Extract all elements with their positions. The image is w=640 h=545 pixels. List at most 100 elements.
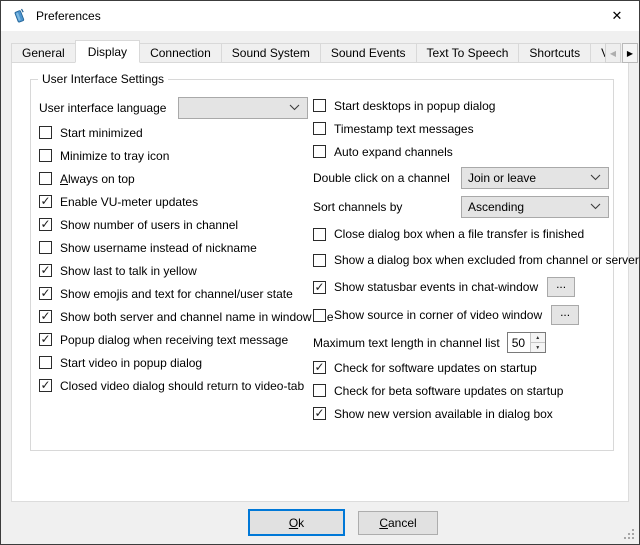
checkbox-label: Always on top xyxy=(60,172,135,186)
checkbox-label: Show new version available in dialog box xyxy=(334,407,553,421)
max-text-length-label: Maximum text length in channel list xyxy=(313,336,500,350)
preferences-dialog: Preferences ✕ General Display Connection… xyxy=(0,0,640,545)
checkbox-check-updates[interactable]: ✓ Check for software updates on startup xyxy=(313,356,609,379)
checkbox-show-user-count[interactable]: ✓ Show number of users in channel xyxy=(39,213,308,236)
checkbox-box[interactable]: ✓ xyxy=(313,281,326,294)
spin-down-icon: ▼ xyxy=(535,345,540,351)
chevron-down-icon xyxy=(590,203,601,210)
language-label: User interface language xyxy=(39,101,166,115)
checkbox-popup-text-message[interactable]: ✓ Popup dialog when receiving text messa… xyxy=(39,328,308,351)
checkbox-box xyxy=(313,228,326,241)
spinbox-value[interactable]: 50 xyxy=(508,333,530,352)
tab-scroll-left-button[interactable]: ◀ xyxy=(605,43,621,63)
checkbox-label: Show number of users in channel xyxy=(60,218,238,232)
tab-sound-events[interactable]: Sound Events xyxy=(320,43,417,63)
user-interface-settings-groupbox: User Interface Settings User interface l… xyxy=(30,79,614,451)
checkbox-label: Show statusbar events in chat-window xyxy=(334,280,538,294)
checkbox-always-on-top[interactable]: Always on top xyxy=(39,167,308,190)
checkbox-box: ✓ xyxy=(39,379,52,392)
checkbox-box: ✓ xyxy=(39,310,52,323)
checkbox-label: Show last to talk in yellow xyxy=(60,264,197,278)
checkbox-label: Show emojis and text for channel/user st… xyxy=(60,287,293,301)
checkbox-desktops-popup[interactable]: Start desktops in popup dialog xyxy=(313,94,609,117)
checkbox-box: ✓ xyxy=(39,264,52,277)
scroll-right-icon: ▶ xyxy=(627,49,633,58)
left-column: User interface language Start minimized … xyxy=(39,94,308,397)
checkbox-close-on-file-transfer[interactable]: Close dialog box when a file transfer is… xyxy=(313,221,609,247)
checkbox-label: Start video in popup dialog xyxy=(60,356,202,370)
tab-connection[interactable]: Connection xyxy=(139,43,222,63)
checkbox-box xyxy=(313,122,326,135)
checkbox-label: Auto expand channels xyxy=(334,145,453,159)
cancel-button-label: Cancel xyxy=(379,516,416,530)
scroll-left-icon: ◀ xyxy=(610,49,616,58)
checkbox-box: ✓ xyxy=(39,333,52,346)
tab-sound-system[interactable]: Sound System xyxy=(221,43,321,63)
tab-display[interactable]: Display xyxy=(75,40,140,63)
checkbox-label: Close dialog box when a file transfer is… xyxy=(334,227,584,241)
tab-bar: General Display Connection Sound System … xyxy=(11,40,605,63)
statusbar-events-row: ✓ Show statusbar events in chat-window .… xyxy=(313,273,609,301)
window-title: Preferences xyxy=(36,9,101,23)
sort-channels-row: Sort channels by Ascending xyxy=(313,192,609,221)
checkbox-server-channel-title[interactable]: ✓ Show both server and channel name in w… xyxy=(39,305,308,328)
language-combobox[interactable] xyxy=(178,97,308,119)
video-source-options-button[interactable]: ... xyxy=(551,305,579,325)
close-icon: ✕ xyxy=(612,8,623,24)
tab-general[interactable]: General xyxy=(11,43,76,63)
double-click-row: Double click on a channel Join or leave xyxy=(313,163,609,192)
chevron-down-icon xyxy=(289,104,300,111)
spin-up-icon: ▲ xyxy=(535,335,540,341)
video-source-row: Show source in corner of video window ..… xyxy=(313,301,609,329)
checkbox-label: Check for software updates on startup xyxy=(334,361,537,375)
checkbox-video-popup[interactable]: Start video in popup dialog xyxy=(39,351,308,374)
double-click-combobox[interactable]: Join or leave xyxy=(461,167,609,189)
checkbox-excluded-dialog[interactable]: Show a dialog box when excluded from cha… xyxy=(313,247,609,273)
right-column: Start desktops in popup dialog Timestamp… xyxy=(313,94,609,425)
checkbox-box xyxy=(313,99,326,112)
checkbox-auto-expand-channels[interactable]: Auto expand channels xyxy=(313,140,609,163)
checkbox-box[interactable] xyxy=(313,309,326,322)
ok-button[interactable]: Ok xyxy=(248,509,345,536)
spin-up-button[interactable]: ▲ xyxy=(531,333,545,343)
checkbox-show-username[interactable]: Show username instead of nickname xyxy=(39,236,308,259)
ok-button-label: Ok xyxy=(289,516,304,530)
checkbox-last-to-talk[interactable]: ✓ Show last to talk in yellow xyxy=(39,259,308,282)
checkbox-start-minimized[interactable]: Start minimized xyxy=(39,121,308,144)
spinbox-arrows: ▲ ▼ xyxy=(530,333,545,352)
checkbox-box xyxy=(39,126,52,139)
checkbox-label: Start minimized xyxy=(60,126,143,140)
checkbox-check-beta-updates[interactable]: Check for beta software updates on start… xyxy=(313,379,609,402)
checkbox-label: Show source in corner of video window xyxy=(334,308,542,322)
checkbox-label: Show a dialog box when excluded from cha… xyxy=(334,253,639,267)
checkbox-label: Start desktops in popup dialog xyxy=(334,99,495,113)
checkbox-label: Enable VU-meter updates xyxy=(60,195,198,209)
checkbox-box: ✓ xyxy=(313,407,326,420)
resize-grip[interactable] xyxy=(623,528,636,541)
tab-video[interactable]: Video xyxy=(590,43,605,63)
checkbox-box xyxy=(313,254,326,267)
checkbox-show-emojis[interactable]: ✓ Show emojis and text for channel/user … xyxy=(39,282,308,305)
checkbox-box xyxy=(39,149,52,162)
checkbox-label: Show both server and channel name in win… xyxy=(60,310,334,324)
checkbox-new-version-dialog[interactable]: ✓ Show new version available in dialog b… xyxy=(313,402,609,425)
statusbar-events-options-button[interactable]: ... xyxy=(547,277,575,297)
titlebar: Preferences ✕ xyxy=(1,1,639,31)
tab-scroll-right-button[interactable]: ▶ xyxy=(622,43,638,63)
checkbox-enable-vu-meter[interactable]: ✓ Enable VU-meter updates xyxy=(39,190,308,213)
checkbox-label: Minimize to tray icon xyxy=(60,149,169,163)
tab-shortcuts[interactable]: Shortcuts xyxy=(518,43,591,63)
checkbox-box: ✓ xyxy=(39,195,52,208)
checkbox-box xyxy=(39,356,52,369)
max-text-length-row: Maximum text length in channel list 50 ▲… xyxy=(313,329,609,356)
checkbox-timestamp-messages[interactable]: Timestamp text messages xyxy=(313,117,609,140)
close-button[interactable]: ✕ xyxy=(595,1,639,31)
spin-down-button[interactable]: ▼ xyxy=(531,343,545,352)
cancel-button[interactable]: Cancel xyxy=(358,511,438,535)
tab-text-to-speech[interactable]: Text To Speech xyxy=(416,43,520,63)
combo-value: Join or leave xyxy=(468,171,536,185)
checkbox-closed-video-return[interactable]: ✓ Closed video dialog should return to v… xyxy=(39,374,308,397)
max-text-length-spinbox: 50 ▲ ▼ xyxy=(507,332,546,353)
checkbox-minimize-to-tray[interactable]: Minimize to tray icon xyxy=(39,144,308,167)
sort-channels-combobox[interactable]: Ascending xyxy=(461,196,609,218)
